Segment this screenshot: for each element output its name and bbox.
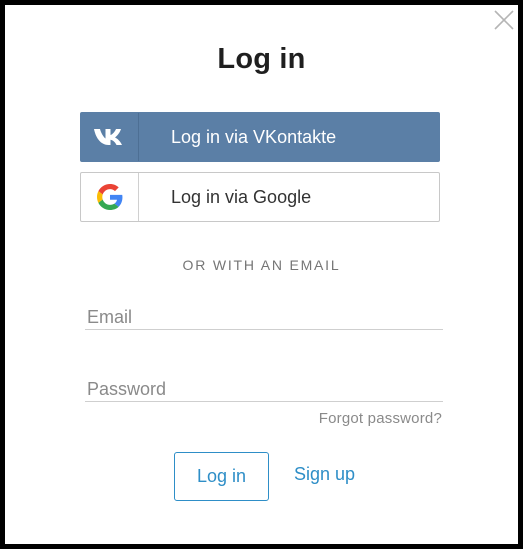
- vk-login-button[interactable]: Log in via VKontakte: [80, 112, 440, 162]
- google-login-label: Log in via Google: [171, 186, 312, 207]
- email-input[interactable]: [85, 305, 443, 329]
- dialog-title: Log in: [217, 43, 306, 75]
- password-field-wrapper: [85, 377, 443, 402]
- email-divider-text: OR WITH AN EMAIL: [182, 257, 341, 273]
- close-icon: [494, 10, 514, 30]
- email-field-wrapper: [85, 305, 443, 330]
- forgot-password-link[interactable]: Forgot password?: [319, 410, 442, 427]
- google-logo-icon: [96, 184, 122, 210]
- login-button[interactable]: Log in: [174, 452, 269, 501]
- password-input[interactable]: [85, 377, 443, 401]
- google-icon-container: [81, 173, 139, 221]
- vk-login-label: Log in via VKontakte: [171, 126, 337, 147]
- vk-logo-icon: [93, 129, 122, 145]
- login-dialog: Log in Log in via VKontakte Log in via G…: [5, 5, 518, 544]
- google-login-button[interactable]: Log in via Google: [80, 172, 440, 222]
- vk-icon-container: [81, 113, 139, 161]
- close-button[interactable]: [493, 9, 515, 31]
- signup-link[interactable]: Sign up: [294, 464, 355, 485]
